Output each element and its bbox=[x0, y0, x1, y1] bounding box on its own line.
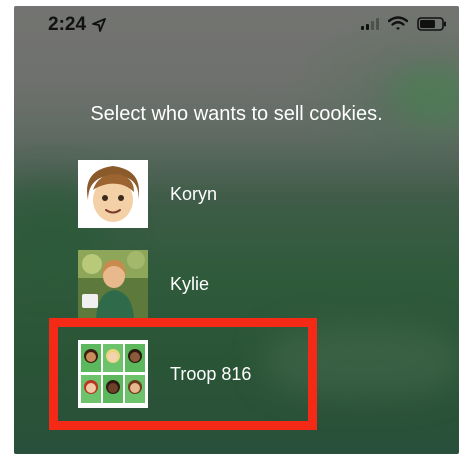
avatar-koryn bbox=[78, 160, 148, 228]
seller-option-kylie[interactable]: Kylie bbox=[78, 250, 408, 318]
cartoon-avatar-icon bbox=[78, 160, 148, 228]
seller-name: Troop 816 bbox=[170, 363, 252, 384]
cellular-signal-icon bbox=[361, 17, 379, 30]
status-bar-time: 2:24 bbox=[48, 14, 106, 36]
selection-prompt: Select who wants to sell cookies. bbox=[90, 103, 383, 125]
group-avatar-icon bbox=[78, 340, 148, 408]
avatar-kylie bbox=[78, 250, 148, 318]
clock-text: 2:24 bbox=[48, 14, 87, 35]
seller-name: Kylie bbox=[170, 273, 210, 294]
status-bar-indicators bbox=[361, 16, 447, 31]
photo-avatar-icon bbox=[78, 250, 148, 318]
avatar-troop bbox=[78, 340, 148, 408]
seller-option-troop[interactable]: Troop 816 bbox=[78, 340, 408, 408]
location-arrow-icon bbox=[92, 18, 106, 32]
seller-option-koryn[interactable]: Koryn bbox=[78, 160, 408, 228]
wifi-icon bbox=[388, 16, 408, 30]
battery-icon bbox=[417, 16, 446, 31]
seller-name: Koryn bbox=[170, 183, 218, 204]
